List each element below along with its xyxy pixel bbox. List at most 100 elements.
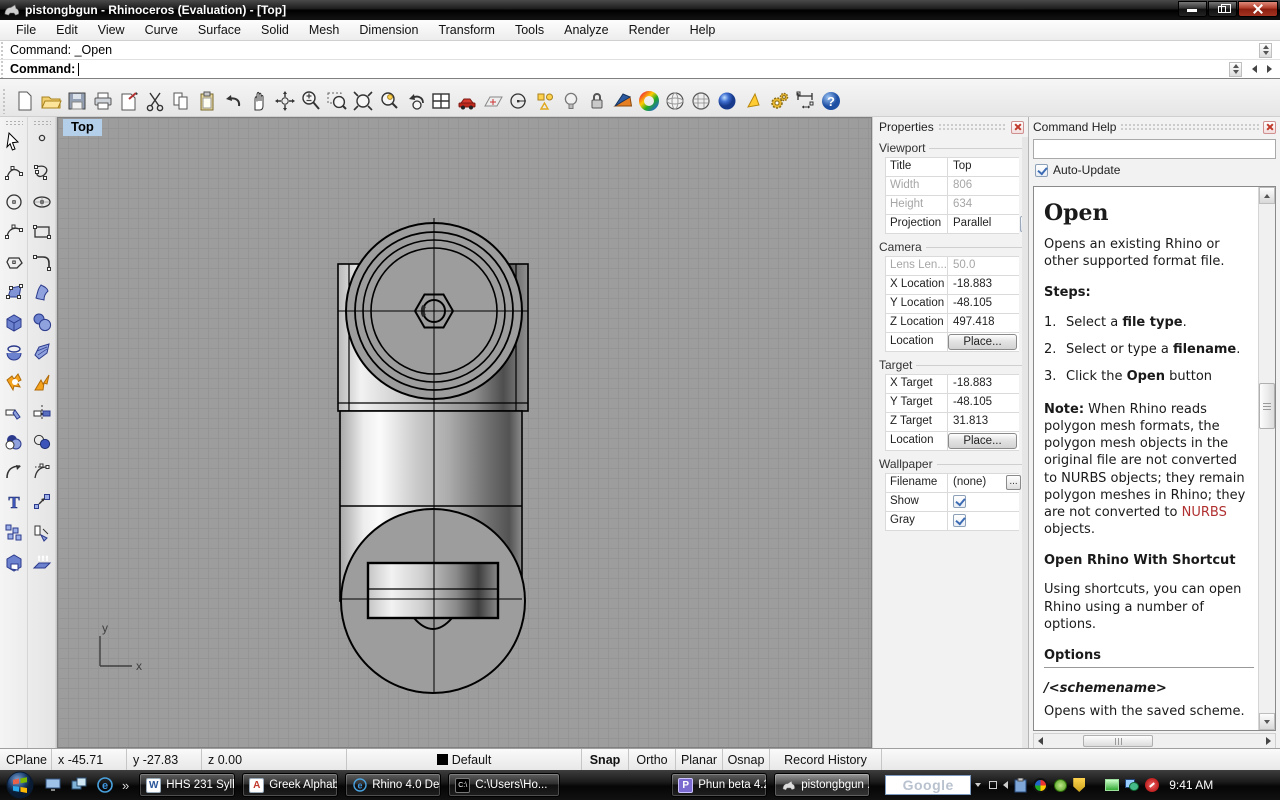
target-place-button[interactable]: Place... [948,433,1017,449]
scroll-left-arrow-icon[interactable] [1252,65,1257,73]
taskbar-clock[interactable]: 9:41 AM [1169,778,1213,792]
menu-help[interactable]: Help [680,21,726,39]
print-button[interactable] [90,88,116,114]
taskbar-button-cmd[interactable]: C:\C:\Users\Ho... [448,773,560,797]
tray-battery-icon[interactable] [1105,779,1119,791]
paste-button[interactable] [194,88,220,114]
show-checkbox[interactable] [953,495,966,508]
menu-solid[interactable]: Solid [251,21,299,39]
properties-close-icon[interactable] [1011,121,1024,134]
internet-explorer-icon[interactable]: e [96,776,114,794]
toolbar-grip[interactable] [2,88,7,114]
projection-value[interactable]: Parallel [948,215,1019,233]
target-y-value[interactable]: -48.105 [948,394,1019,412]
lightbulb-button[interactable] [558,88,584,114]
scrollbar-thumb[interactable] [1259,383,1275,429]
target-x-value[interactable]: -18.883 [948,375,1019,393]
help-vertical-scrollbar[interactable] [1258,187,1275,730]
taskbar-button-pistongbgun[interactable]: pistongbgun ... [774,773,870,797]
solid-face-button[interactable] [1,547,27,577]
menu-dimension[interactable]: Dimension [349,21,428,39]
drag-grip[interactable] [0,60,5,78]
zoom-in-out-button[interactable] [298,88,324,114]
extrude-tool-button[interactable] [29,547,55,577]
save-button[interactable] [64,88,90,114]
fillet-curve-button[interactable] [1,457,27,487]
scroll-left-icon[interactable] [1038,737,1043,745]
drag-grip[interactable] [0,41,5,59]
hscrollbar-thumb[interactable] [1083,735,1153,747]
lock-button[interactable] [584,88,610,114]
restore-button[interactable] [1208,1,1237,17]
render-sphere-button[interactable] [714,88,740,114]
cut-button[interactable] [142,88,168,114]
menu-surface[interactable]: Surface [188,21,251,39]
arc-tool-button[interactable] [1,217,27,247]
zoom-selected-button[interactable] [376,88,402,114]
menu-render[interactable]: Render [619,21,680,39]
zoom-window-button[interactable] [324,88,350,114]
target-z-value[interactable]: 31.813 [948,413,1019,431]
help-button[interactable]: ? [818,88,844,114]
open-file-button[interactable] [38,88,64,114]
taskbar-button-hhs[interactable]: WHHS 231 Syll... [139,773,235,797]
taskbar-button-greek[interactable]: AGreek Alphab... [242,773,338,797]
start-button[interactable] [6,771,34,799]
command-spinner[interactable] [1229,62,1242,77]
menu-curve[interactable]: Curve [135,21,188,39]
named-view-car-button[interactable] [454,88,480,114]
browse-button[interactable]: ... [1006,475,1021,490]
scale-tool-button[interactable] [29,487,55,517]
menu-analyze[interactable]: Analyze [554,21,618,39]
sphere-tool-button[interactable] [29,307,55,337]
auto-update-checkbox[interactable] [1035,164,1048,177]
tray-shield-icon[interactable] [1073,778,1085,792]
command-input-row[interactable]: Command: [0,60,1280,79]
copy-button[interactable] [168,88,194,114]
surface-from-points-button[interactable] [1,277,27,307]
menu-file[interactable]: File [6,21,46,39]
boolean-difference-button[interactable] [29,427,55,457]
google-search-box[interactable]: Google [885,775,971,795]
new-file-button[interactable] [12,88,38,114]
tray-network-icon[interactable] [1125,779,1139,791]
pan-hand-button[interactable] [246,88,272,114]
render-cone-button[interactable] [740,88,766,114]
tray-expand-chevron-icon[interactable] [1003,781,1008,789]
box-tool-button[interactable] [1,307,27,337]
move-tool-button[interactable] [29,517,55,547]
panel-drag-area[interactable] [938,123,1007,131]
history-scroll-spinner[interactable] [1259,43,1272,58]
torus-tool-button[interactable] [1,337,27,367]
rotate-view-button[interactable] [272,88,298,114]
panel-drag-area[interactable] [1120,123,1259,131]
show-desktop-icon[interactable] [44,776,62,794]
point-tool-button[interactable] [29,127,55,157]
camera-y-value[interactable]: -48.105 [948,295,1019,313]
render-color-wheel-button[interactable] [636,88,662,114]
snap-toggle[interactable]: Snap [582,749,629,770]
scroll-up-icon[interactable] [1259,187,1275,204]
planar-toggle[interactable]: Planar [676,749,723,770]
shaded-view-button[interactable] [610,88,636,114]
block-tool-button[interactable] [1,517,27,547]
rectangle-tool-button[interactable] [29,217,55,247]
split-tool-button[interactable] [29,397,55,427]
record-history-toggle[interactable]: Record History [770,749,882,770]
tray-volume-muted-icon[interactable] [1145,778,1159,792]
viewport-canvas[interactable]: Top [57,117,872,748]
title-value[interactable]: Top [948,158,1019,176]
camera-x-value[interactable]: -18.883 [948,276,1019,294]
undo-button[interactable] [220,88,246,114]
trim-tool-button[interactable] [1,397,27,427]
quick-launch-chevron[interactable]: » [122,778,129,793]
wireframe-sphere-button[interactable] [662,88,688,114]
menu-mesh[interactable]: Mesh [299,21,350,39]
adjust-curve-button[interactable] [29,457,55,487]
scroll-right-arrow-icon[interactable] [1267,65,1272,73]
edit-page-button[interactable] [116,88,142,114]
taskbar-button-phun[interactable]: PPhun beta 4.22 [671,773,767,797]
control-point-curve-button[interactable] [1,157,27,187]
search-options-arrow-icon[interactable] [975,783,981,787]
explode-flash-button[interactable] [29,367,55,397]
